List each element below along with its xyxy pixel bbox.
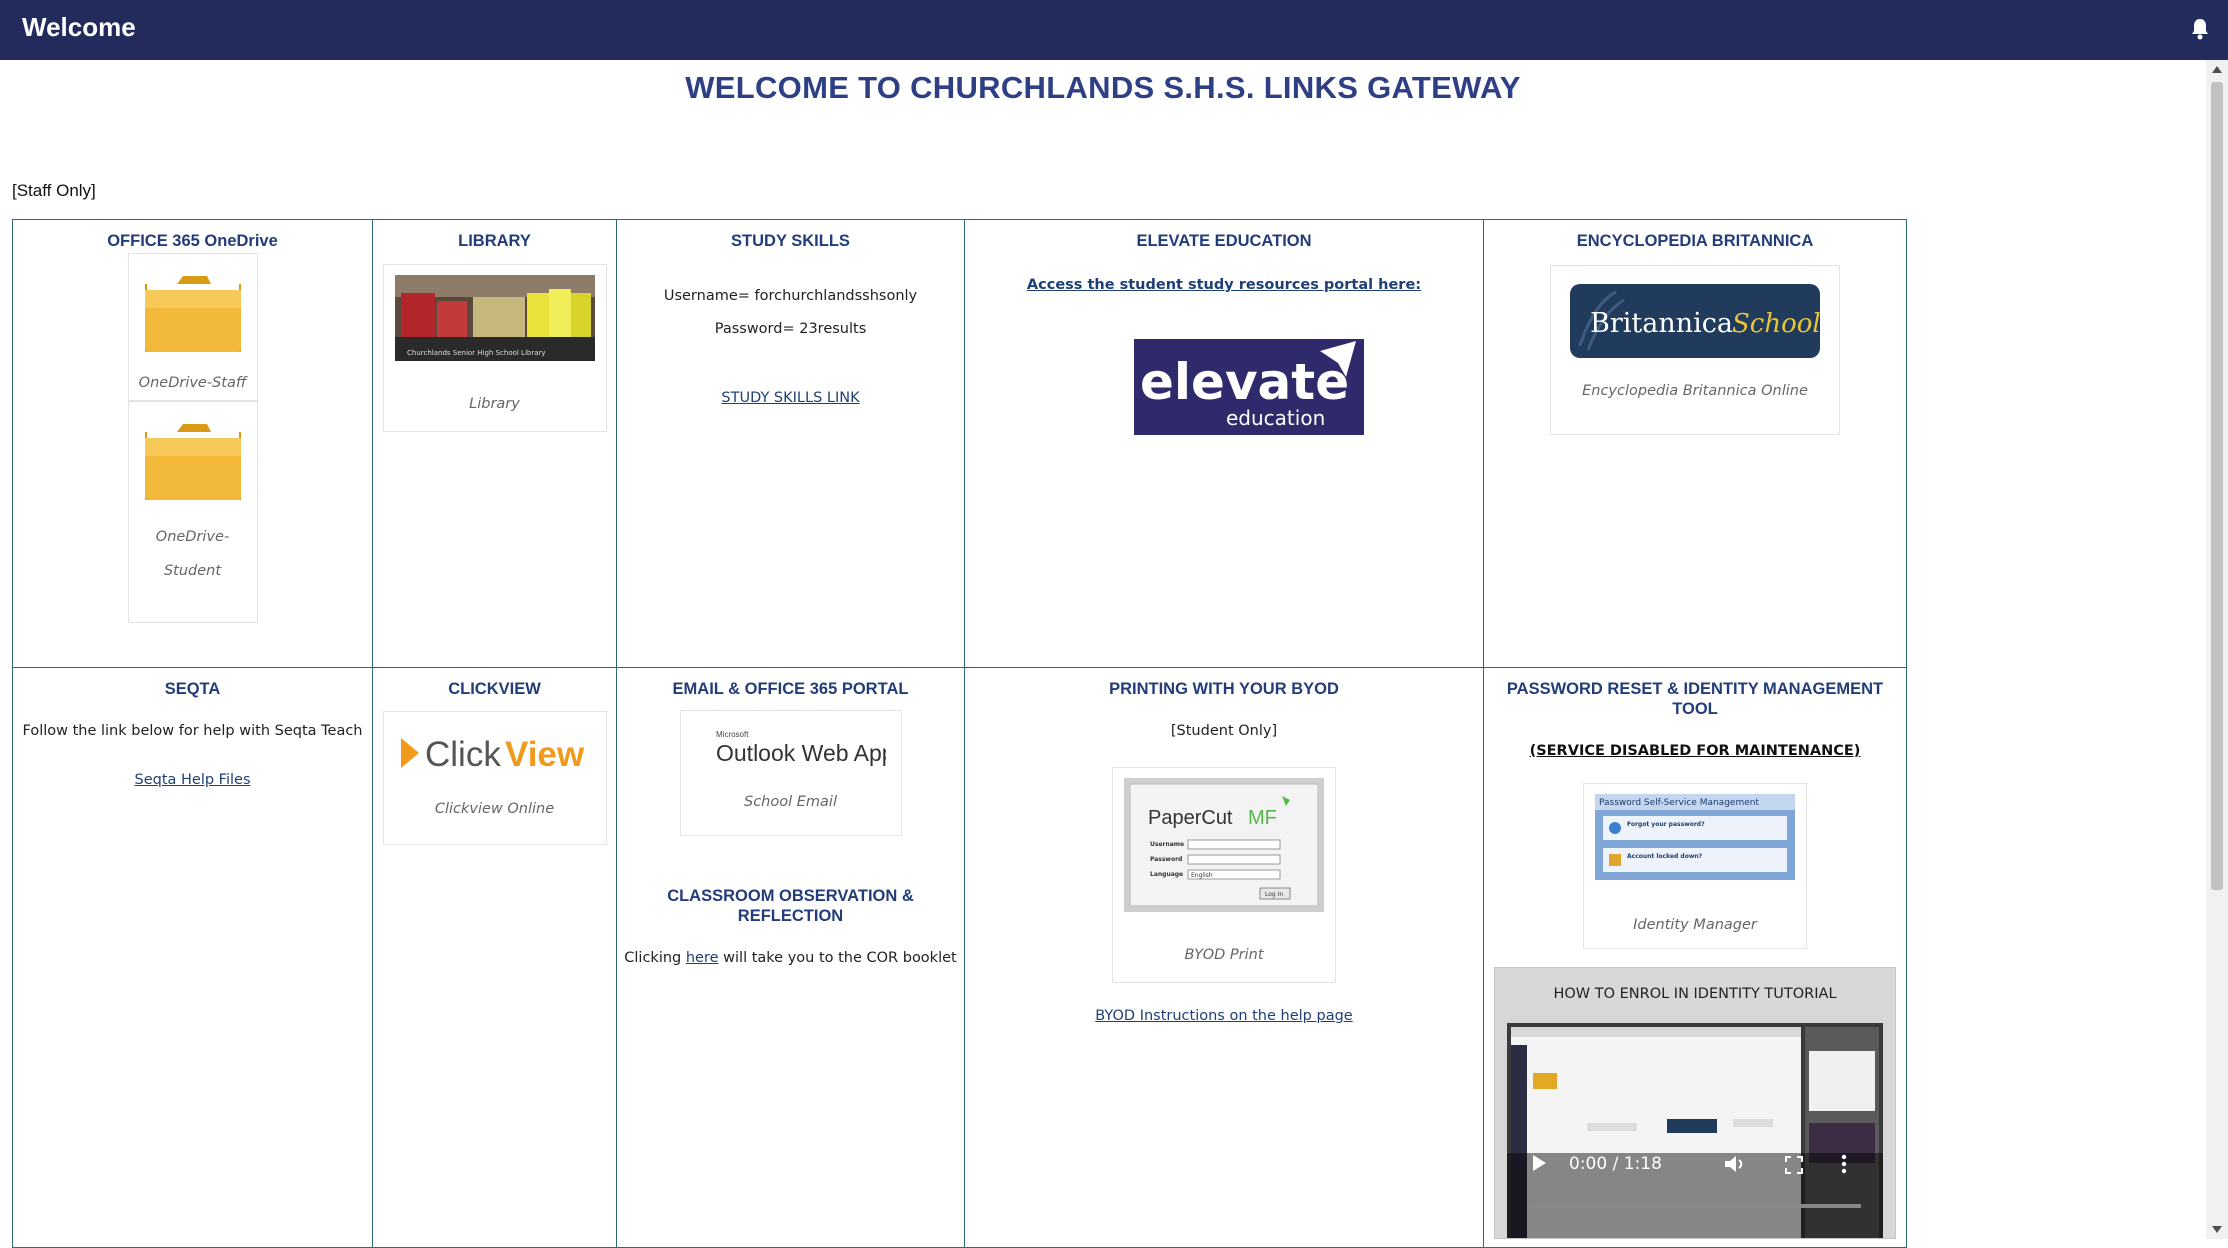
papercut-logo-mf: MF bbox=[1248, 807, 1277, 829]
study-skills-heading: STUDY SKILLS bbox=[731, 232, 850, 250]
britannica-logo: Britannica School bbox=[1570, 284, 1820, 358]
app-title: Welcome bbox=[22, 12, 136, 42]
study-skills-link[interactable]: STUDY SKILLS LINK bbox=[721, 390, 859, 406]
clickview-card[interactable]: Click View Clickview Online bbox=[382, 711, 607, 845]
elevate-logo-subtext: education bbox=[1226, 406, 1325, 430]
seqta-heading: SEQTA bbox=[164, 680, 221, 698]
byod-instructions-link[interactable]: BYOD Instructions on the help page bbox=[1095, 1008, 1352, 1024]
onedrive-staff-card[interactable]: OneDrive-Staff bbox=[127, 253, 258, 401]
links-grid: OFFICE 365 OneDrive OneDrive-Staff OneDr… bbox=[12, 219, 1907, 1248]
video-title: HOW TO ENROL IN IDENTITY TUTORIAL bbox=[1553, 986, 1837, 1002]
library-photo: Churchlands Senior High School Library bbox=[394, 275, 595, 361]
papercut-logo-text: PaperCut bbox=[1148, 807, 1233, 829]
britannica-card[interactable]: Britannica School Encyclopedia Britannic… bbox=[1550, 265, 1840, 435]
tile-seqta: SEQTA Follow the link below for help wit… bbox=[12, 667, 373, 1248]
papercut-login-button: Log In bbox=[1265, 891, 1283, 898]
papercut-card[interactable]: PaperCut MF Username Password Language E… bbox=[1112, 767, 1336, 983]
password-panel-item1: Forgot your password? bbox=[1627, 821, 1705, 828]
cor-heading-line1: CLASSROOM OBSERVATION & bbox=[667, 887, 914, 905]
email-caption: School Email bbox=[744, 794, 837, 810]
tile-britannica: ENCYCLOPEDIA BRITANNICA Britannica Schoo… bbox=[1483, 219, 1907, 668]
britannica-heading: ENCYCLOPEDIA BRITANNICA bbox=[1576, 232, 1814, 250]
seqta-text: Follow the link below for help with Seqt… bbox=[22, 723, 363, 739]
tile-study-skills: STUDY SKILLS Username= forchurchlandsshs… bbox=[616, 219, 965, 668]
library-card[interactable]: Churchlands Senior High School Library L… bbox=[382, 264, 607, 432]
identity-manager-caption: Identity Manager bbox=[1633, 917, 1757, 933]
page-title: WELCOME TO CHURCHLANDS S.H.S. LINKS GATE… bbox=[685, 70, 1521, 105]
password-heading-line1: PASSWORD RESET & IDENTITY MANAGEMENT bbox=[1506, 680, 1884, 698]
volume-icon[interactable] bbox=[1723, 1154, 1747, 1174]
outlook-web-app-logo: Microsoft Outlook Web App bbox=[716, 730, 886, 766]
onedrive-student-card[interactable]: OneDrive- Student bbox=[127, 401, 258, 623]
tile-clickview: CLICKVIEW Click View Clickview Online bbox=[372, 667, 617, 1248]
more-options-icon[interactable] bbox=[1841, 1154, 1847, 1174]
onedrive-heading: OFFICE 365 OneDrive bbox=[107, 232, 278, 250]
identity-manager-card[interactable]: Password Self-Service Management Forgot … bbox=[1583, 783, 1807, 949]
identity-tutorial-video[interactable]: HOW TO ENROL IN IDENTITY TUTORIAL 0:00 /… bbox=[1494, 967, 1896, 1239]
outlook-logo-main: Outlook Web App bbox=[716, 740, 886, 766]
video-time: 0:00 / 1:18 bbox=[1569, 1154, 1662, 1174]
elevate-portal-link[interactable]: Access the student study resources porta… bbox=[1027, 277, 1421, 293]
password-heading-line2: TOOL bbox=[1672, 700, 1718, 718]
study-skills-password: Password= 23results bbox=[714, 321, 867, 337]
cor-text-after: will take you to the COR booklet bbox=[718, 950, 957, 966]
cor-text-before: Clicking bbox=[624, 950, 686, 966]
fullscreen-icon[interactable] bbox=[1785, 1156, 1803, 1174]
tile-elevate: ELEVATE EDUCATION Access the student stu… bbox=[964, 219, 1484, 668]
onedrive-staff-caption: OneDrive-Staff bbox=[138, 375, 247, 391]
play-icon[interactable] bbox=[1531, 1154, 1547, 1172]
staff-only-note: [Staff Only] bbox=[12, 181, 96, 200]
papercut-language-value: English bbox=[1191, 872, 1213, 879]
onedrive-student-caption-line1: OneDrive- bbox=[155, 529, 230, 545]
video-progress-bar[interactable] bbox=[1531, 1204, 1861, 1208]
britannica-logo-text: Britannica bbox=[1590, 308, 1733, 339]
email-card[interactable]: Microsoft Outlook Web App School Email bbox=[679, 710, 902, 836]
password-panel-item2: Account locked down? bbox=[1627, 853, 1703, 860]
scrollbar-thumb[interactable] bbox=[2211, 82, 2223, 890]
clickview-logo-b: View bbox=[505, 735, 585, 774]
service-disabled-notice: (SERVICE DISABLED FOR MAINTENANCE) bbox=[1529, 743, 1861, 759]
password-self-service-image: Password Self-Service Management Forgot … bbox=[1595, 794, 1795, 880]
elevate-heading: ELEVATE EDUCATION bbox=[1136, 232, 1312, 250]
printing-student-note: [Student Only] bbox=[1170, 723, 1278, 739]
elevate-logo[interactable]: elevate education bbox=[1134, 339, 1364, 435]
password-panel-title: Password Self-Service Management bbox=[1599, 798, 1759, 808]
library-caption: Library bbox=[469, 396, 520, 412]
tile-email: EMAIL & OFFICE 365 PORTAL Microsoft Outl… bbox=[616, 667, 965, 1248]
clickview-logo-a: Click bbox=[425, 735, 501, 774]
folder-icon bbox=[144, 276, 241, 352]
tile-library: LIBRARY Churchlands Senior High School L… bbox=[372, 219, 617, 668]
library-heading: LIBRARY bbox=[458, 232, 531, 250]
byod-print-caption: BYOD Print bbox=[1184, 947, 1264, 963]
papercut-password-label: Password bbox=[1150, 856, 1182, 863]
page-scrollbar[interactable] bbox=[2206, 60, 2228, 1239]
britannica-logo-subtext: School bbox=[1732, 309, 1820, 339]
scroll-down-arrow-icon[interactable] bbox=[2212, 1226, 2222, 1233]
printing-heading: PRINTING WITH YOUR BYOD bbox=[1109, 680, 1339, 698]
scroll-up-arrow-icon[interactable] bbox=[2212, 66, 2222, 73]
papercut-username-label: Username bbox=[1150, 841, 1184, 848]
papercut-login-image: PaperCut MF Username Password Language E… bbox=[1124, 778, 1324, 912]
seqta-help-link[interactable]: Seqta Help Files bbox=[135, 772, 251, 788]
outlook-logo-small: Microsoft bbox=[716, 730, 749, 739]
tile-password-reset: PASSWORD RESET & IDENTITY MANAGEMENT TOO… bbox=[1483, 667, 1907, 1248]
britannica-caption: Encyclopedia Britannica Online bbox=[1582, 383, 1808, 399]
bell-icon[interactable] bbox=[2190, 18, 2210, 40]
clickview-caption: Clickview Online bbox=[434, 801, 555, 817]
onedrive-student-caption-line2: Student bbox=[163, 563, 222, 579]
papercut-language-label: Language bbox=[1150, 871, 1183, 878]
folder-icon bbox=[144, 424, 241, 500]
top-bar: Welcome bbox=[0, 0, 2228, 60]
clickview-heading: CLICKVIEW bbox=[448, 680, 541, 698]
cor-here-link[interactable]: here bbox=[686, 950, 719, 966]
cor-text: Clicking here will take you to the COR b… bbox=[617, 950, 964, 966]
library-photo-caption: Churchlands Senior High School Library bbox=[407, 349, 546, 357]
elevate-logo-text: elevate bbox=[1140, 353, 1349, 411]
email-heading: EMAIL & OFFICE 365 PORTAL bbox=[672, 680, 909, 698]
cor-heading-line2: REFLECTION bbox=[737, 907, 844, 925]
tile-onedrive: OFFICE 365 OneDrive OneDrive-Staff OneDr… bbox=[12, 219, 373, 668]
study-skills-username: Username= forchurchlandsshsonly bbox=[663, 288, 918, 304]
tile-printing: PRINTING WITH YOUR BYOD [Student Only] P… bbox=[964, 667, 1484, 1248]
clickview-logo: Click View bbox=[400, 735, 585, 774]
